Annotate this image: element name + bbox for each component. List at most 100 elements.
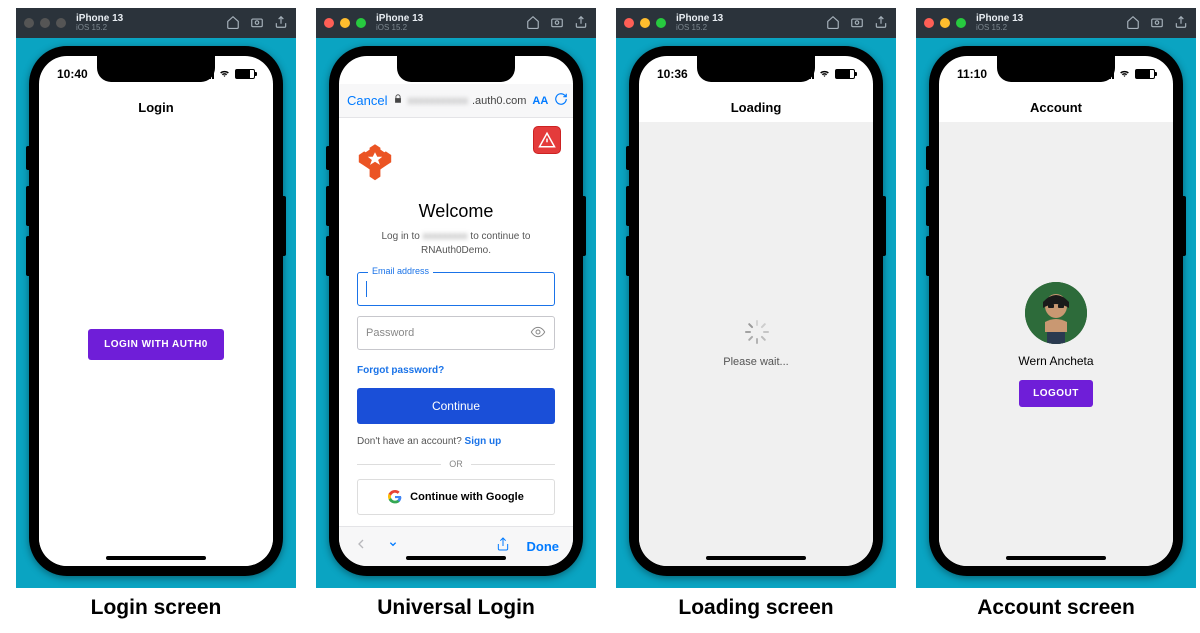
share-icon[interactable]	[874, 15, 888, 32]
screenshot-icon[interactable]	[1150, 15, 1164, 32]
simulator-toolbar-icons	[1126, 8, 1188, 38]
forgot-password-link[interactable]: Forgot password?	[357, 365, 444, 376]
screenshot-icon[interactable]	[550, 15, 564, 32]
home-indicator[interactable]	[406, 556, 506, 560]
device-screen: 11:10 Account Wern Anch	[939, 56, 1173, 566]
please-wait-text: Please wait...	[723, 356, 788, 368]
zoom-window-dot[interactable]	[356, 18, 366, 28]
simulator-window: iPhone 13 iOS 15.2 10:36	[616, 8, 896, 588]
simulator-titlebar: iPhone 13 iOS 15.2	[616, 8, 896, 38]
device-screen: 10:40 Login LOGIN WITH AUTH0	[39, 56, 273, 566]
share-icon[interactable]	[495, 536, 511, 557]
done-button[interactable]: Done	[527, 539, 560, 554]
signup-prompt: Don't have an account? Sign up	[357, 436, 555, 447]
home-icon[interactable]	[526, 15, 540, 32]
zoom-window-dot[interactable]	[656, 18, 666, 28]
notch	[697, 56, 815, 82]
warning-badge[interactable]	[533, 126, 561, 154]
signup-link[interactable]: Sign up	[465, 436, 502, 447]
simulator-titlebar: iPhone 13 iOS 15.2	[16, 8, 296, 38]
notch	[997, 56, 1115, 82]
minimize-window-dot[interactable]	[40, 18, 50, 28]
home-indicator[interactable]	[106, 556, 206, 560]
simulator-title: iPhone 13 iOS 15.2	[976, 13, 1023, 33]
close-window-dot[interactable]	[624, 18, 634, 28]
zoom-window-dot[interactable]	[956, 18, 966, 28]
logout-button[interactable]: LOGOUT	[1019, 380, 1093, 407]
os-version: iOS 15.2	[376, 24, 423, 33]
battery-icon	[1135, 69, 1155, 79]
cancel-button[interactable]: Cancel	[347, 93, 387, 108]
window-traffic-lights[interactable]	[324, 18, 366, 28]
status-time: 10:40	[57, 67, 88, 81]
loading-body: Please wait...	[639, 122, 873, 566]
password-field[interactable]: Password	[357, 316, 555, 350]
email-field[interactable]: Email address	[357, 272, 555, 306]
url-domain: .auth0.com	[472, 95, 526, 107]
caption: Account screen	[977, 596, 1135, 620]
wifi-icon	[818, 66, 831, 82]
login-with-auth0-button[interactable]: LOGIN WITH AUTH0	[88, 329, 224, 360]
url-blurred-part: xxxxxxxxxxx	[407, 95, 468, 107]
column-loading-screen: iPhone 13 iOS 15.2 10:36	[616, 8, 896, 620]
google-icon	[388, 490, 402, 504]
spinner-icon	[744, 320, 768, 344]
minimize-window-dot[interactable]	[940, 18, 950, 28]
notch	[97, 56, 215, 82]
window-traffic-lights[interactable]	[24, 18, 66, 28]
show-password-icon[interactable]	[530, 324, 546, 343]
or-divider: OR	[357, 459, 555, 469]
device-frame: 11:10 Account Wern Anch	[929, 46, 1183, 576]
refresh-icon[interactable]	[554, 92, 568, 109]
nav-title: Account	[1030, 100, 1082, 115]
screenshot-icon[interactable]	[850, 15, 864, 32]
wifi-icon	[1118, 66, 1131, 82]
close-window-dot[interactable]	[24, 18, 34, 28]
continue-with-google-button[interactable]: Continue with Google	[357, 479, 555, 515]
device-frame: 10:36 Loading Please wa	[629, 46, 883, 576]
simulator-window: iPhone 13 iOS 15.2 11:10	[916, 8, 1196, 588]
minimize-window-dot[interactable]	[640, 18, 650, 28]
zoom-window-dot[interactable]	[56, 18, 66, 28]
simulator-toolbar-icons	[826, 8, 888, 38]
simulator-titlebar: iPhone 13 iOS 15.2	[916, 8, 1196, 38]
close-window-dot[interactable]	[924, 18, 934, 28]
screenshot-icon[interactable]	[250, 15, 264, 32]
home-indicator[interactable]	[706, 556, 806, 560]
close-window-dot[interactable]	[324, 18, 334, 28]
os-version: iOS 15.2	[76, 24, 123, 33]
home-icon[interactable]	[226, 15, 240, 32]
minimize-window-dot[interactable]	[340, 18, 350, 28]
safari-nav-arrows	[353, 536, 401, 557]
status-time: 11:10	[957, 67, 987, 81]
share-icon[interactable]	[574, 15, 588, 32]
home-indicator[interactable]	[1006, 556, 1106, 560]
url-display[interactable]: xxxxxxxxxxx .auth0.com	[393, 94, 526, 107]
notch	[397, 56, 515, 82]
share-icon[interactable]	[274, 15, 288, 32]
text-size-button[interactable]: AA	[532, 95, 548, 107]
welcome-title: Welcome	[357, 201, 555, 222]
login-body: LOGIN WITH AUTH0	[39, 122, 273, 566]
simulator-toolbar-icons	[526, 8, 588, 38]
lock-icon	[393, 94, 403, 107]
window-traffic-lights[interactable]	[624, 18, 666, 28]
forward-icon[interactable]	[385, 536, 401, 557]
column-login-screen: iPhone 13 iOS 15.2 10:40	[16, 8, 296, 620]
nav-header: Loading	[639, 92, 873, 122]
home-icon[interactable]	[1126, 15, 1140, 32]
text-cursor	[366, 281, 367, 297]
share-icon[interactable]	[1174, 15, 1188, 32]
device-frame: 10:40 Login LOGIN WITH AUTH0	[29, 46, 283, 576]
nav-header: Login	[39, 92, 273, 122]
simulator-title: iPhone 13 iOS 15.2	[676, 13, 723, 33]
device-screen: 10:36 Loading Please wa	[639, 56, 873, 566]
home-icon[interactable]	[826, 15, 840, 32]
caption: Login screen	[91, 596, 222, 620]
status-time: 10:36	[657, 67, 688, 81]
back-icon[interactable]	[353, 536, 369, 557]
window-traffic-lights[interactable]	[924, 18, 966, 28]
continue-button[interactable]: Continue	[357, 388, 555, 424]
google-button-label: Continue with Google	[410, 491, 524, 503]
nav-title: Loading	[731, 100, 782, 115]
